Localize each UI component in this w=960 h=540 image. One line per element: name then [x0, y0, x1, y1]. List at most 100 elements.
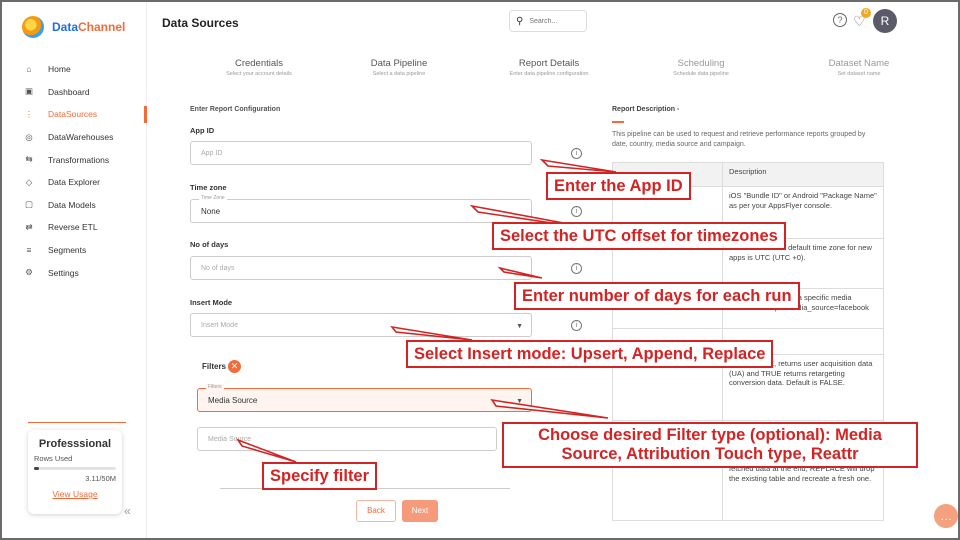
app-window: DataChannel ⌂ Home ▣ Dashboard ⋮ DataSources ◎… — [0, 0, 960, 540]
sidebar-item-label: Settings — [48, 267, 79, 278]
sidebar-item-home[interactable]: ⌂ Home — [2, 58, 147, 81]
home-icon: ⌂ — [26, 64, 32, 75]
step-subtitle: Select your account details — [226, 71, 292, 77]
form-heading: Enter Report Configuration — [190, 106, 281, 113]
insert-mode-info-icon[interactable]: i — [571, 320, 582, 331]
step-subtitle: Select a data pipeline — [372, 71, 426, 77]
app-id-info-icon[interactable]: i — [571, 148, 582, 159]
notification-badge: 0 — [861, 8, 871, 18]
step-title: Report Details — [518, 58, 580, 69]
collapse-sidebar-icon[interactable]: « — [124, 504, 131, 518]
sidebar-divider — [28, 422, 126, 423]
no-of-days-info-icon[interactable]: i — [571, 263, 582, 274]
app-id-label: App ID — [190, 126, 215, 135]
settings-icon: ⚙ — [25, 267, 33, 278]
sidebar-item-segments[interactable]: ≡ Segments — [2, 239, 147, 262]
sidebar-item-datasources[interactable]: ⋮ DataSources — [2, 103, 147, 126]
filter-type-float-label: Filters — [206, 384, 224, 390]
transform-icon: ⇆ — [25, 154, 33, 165]
app-id-input[interactable]: App ID — [190, 141, 532, 165]
sidebar-item-label: Segments — [48, 245, 87, 256]
insert-mode-placeholder: Insert Mode — [201, 321, 238, 329]
report-description-title: Report Description - — [612, 106, 680, 113]
sidebar: DataChannel ⌂ Home ▣ Dashboard ⋮ DataSources ◎… — [2, 2, 147, 538]
rows-used-label: Rows Used — [34, 454, 73, 463]
callout-days: Enter number of days for each run — [514, 282, 800, 310]
avatar[interactable]: R — [873, 9, 897, 33]
insert-mode-select[interactable]: Insert Mode ▼ — [190, 313, 532, 337]
time-zone-value: None — [201, 206, 221, 216]
chat-icon[interactable]: … — [934, 504, 958, 528]
no-of-days-label: No of days — [190, 240, 229, 249]
brand-name-part1: Data — [52, 20, 79, 34]
step-credentials[interactable]: Credentials Select your account details — [189, 58, 329, 77]
sidebar-item-label: DataSources — [48, 109, 98, 120]
time-zone-select[interactable]: Time Zone None — [190, 195, 532, 223]
callout-insert-mode: Select Insert mode: Upsert, Append, Repl… — [406, 340, 774, 368]
chevron-down-icon: ▼ — [516, 323, 523, 330]
remove-filters-icon[interactable]: ✕ — [228, 360, 241, 373]
search-box[interactable]: ⚲ — [509, 10, 587, 32]
table-header-cell: Description — [722, 162, 884, 187]
time-zone-info-icon[interactable]: i — [571, 206, 582, 217]
models-icon: ▢ — [24, 199, 34, 210]
plan-title: Professsional — [38, 438, 112, 450]
step-dataset-name[interactable]: Dataset Name Set dataset name — [789, 58, 929, 77]
time-zone-label: Time zone — [190, 183, 227, 192]
sidebar-item-label: Dashboard — [48, 86, 90, 97]
next-button[interactable]: Next — [402, 500, 438, 522]
sidebar-item-transformations[interactable]: ⇆ Transformations — [2, 148, 147, 171]
sidebar-item-label: DataWarehouses — [48, 132, 114, 143]
chevron-down-icon: ▼ — [516, 398, 523, 405]
sidebar-item-reverse-etl[interactable]: ⇄ Reverse ETL — [2, 216, 147, 239]
filter-type-value: Media Source — [208, 395, 258, 405]
step-report-details[interactable]: Report Details Enter data pipeline confi… — [479, 58, 619, 77]
step-subtitle: Enter data pipeline configuration — [509, 71, 589, 77]
sidebar-item-settings[interactable]: ⚙ Settings — [2, 261, 147, 284]
sidebar-item-data-models[interactable]: ▢ Data Models — [2, 194, 147, 217]
warehouse-icon: ◎ — [25, 131, 33, 142]
header: Data Sources ⚲ ? ♡ 0 R — [147, 2, 958, 40]
sidebar-item-label: Data Models — [48, 199, 96, 210]
report-description-text: This pipeline can be used to request and… — [612, 131, 866, 148]
step-data-pipeline[interactable]: Data Pipeline Select a data pipeline — [329, 58, 469, 77]
sidebar-item-datawarehouses[interactable]: ◎ DataWarehouses — [2, 126, 147, 149]
sidebar-item-label: Transformations — [48, 154, 110, 165]
callout-app-id: Enter the App ID — [546, 172, 691, 200]
brand-name: DataChannel — [52, 20, 125, 34]
callout-timezone: Select the UTC offset for timezones — [492, 222, 786, 250]
description-underline — [612, 121, 624, 123]
search-icon: ⚲ — [516, 15, 524, 27]
sidebar-item-label: Home — [48, 64, 71, 75]
sidebar-item-data-explorer[interactable]: ◇ Data Explorer — [2, 171, 147, 194]
time-zone-float-label: Time Zone — [199, 195, 227, 201]
help-icon[interactable]: ? — [833, 13, 847, 27]
brand[interactable]: DataChannel — [22, 16, 125, 38]
step-title: Data Pipeline — [370, 58, 428, 69]
plan-card: Professsional Rows Used 3.11/50M View Us… — [28, 430, 122, 514]
step-title: Credentials — [234, 58, 284, 69]
filters-label: Filters — [202, 362, 227, 371]
step-scheduling[interactable]: Scheduling Schedule data pipeline — [631, 58, 771, 77]
no-of-days-input[interactable]: No of days — [190, 256, 532, 280]
view-usage-link[interactable]: View Usage — [34, 489, 116, 499]
dashboard-icon: ▣ — [24, 86, 34, 97]
step-subtitle: Schedule data pipeline — [673, 71, 729, 77]
callout-filter-type: Choose desired Filter type (optional): M… — [502, 422, 918, 468]
sidebar-item-label: Reverse ETL — [48, 222, 98, 233]
filter-type-select[interactable]: Filters Media Source ▼ — [197, 384, 532, 412]
arrow-app-id — [539, 158, 617, 173]
datasources-icon: ⋮ — [24, 108, 34, 119]
search-input[interactable] — [529, 17, 574, 25]
sidebar-item-label: Data Explorer — [48, 177, 100, 188]
explorer-icon: ◇ — [25, 176, 33, 187]
rows-usage-bar-fill — [34, 467, 40, 470]
brand-name-part2: Channel — [78, 20, 126, 34]
sidebar-item-dashboard[interactable]: ▣ Dashboard — [2, 81, 147, 104]
filter-value-input[interactable]: Media Source — [197, 427, 497, 451]
step-title: Dataset Name — [828, 58, 890, 69]
insert-mode-label: Insert Mode — [190, 298, 233, 307]
reverse-etl-icon: ⇄ — [25, 221, 33, 232]
step-title: Scheduling — [677, 58, 725, 69]
back-button[interactable]: Back — [356, 500, 396, 522]
